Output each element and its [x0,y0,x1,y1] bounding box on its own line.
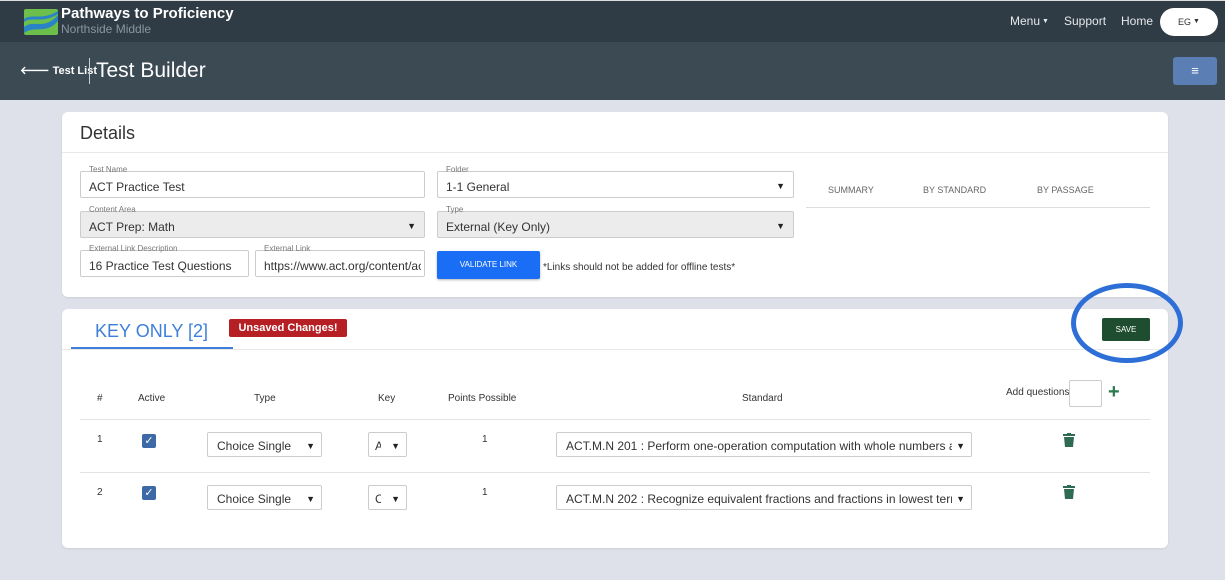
trash-icon[interactable] [1063,433,1075,447]
caret-down-icon: ▼ [306,494,315,504]
menu-dropdown[interactable]: Menu ▼ [1010,14,1049,28]
details-divider [62,152,1168,153]
arrow-left-icon: 🡐 [20,65,50,77]
column-header-type: Type [254,393,276,404]
folder-label: Folder [446,165,469,174]
menu-label: Menu [1010,14,1041,28]
content-area-select[interactable]: Content Area ACT Prep: Math ▼ [80,205,425,238]
type-dropdown[interactable]: Choice Single ▼ [207,485,322,510]
external-link-value: https://www.act.org/content/act/en/produ… [264,259,421,273]
key-divider [62,349,1168,350]
caret-down-icon: ▼ [956,441,965,451]
key-only-card: KEY ONLY [2] Unsaved Changes! SAVE # Act… [62,309,1168,548]
row-number: 2 [97,487,103,498]
school-name: Northside Middle [61,22,152,36]
caret-down-icon: ▼ [956,494,965,504]
support-link[interactable]: Support [1064,14,1106,28]
offline-tests-note: *Links should not be added for offline t… [543,262,736,273]
tab-by-standard[interactable]: BY STANDARD [923,185,986,195]
external-link-label: External Link [264,244,311,253]
tab-key-only[interactable]: KEY ONLY [2] [95,321,208,342]
type-value: External (Key Only) [446,220,551,234]
row-divider [80,472,1150,473]
checkmark-icon: ✓ [144,487,154,499]
hamburger-icon: ≡ [1191,63,1199,78]
top-navbar: Pathways to Proficiency Northside Middle… [0,0,1225,42]
caret-down-icon: ▼ [776,181,785,191]
test-name-label: Test Name [89,165,128,174]
caret-down-icon: ▼ [407,221,416,231]
folder-value: 1-1 General [446,180,510,194]
type-dropdown[interactable]: Choice Single ▼ [207,432,322,457]
tab-by-passage[interactable]: BY PASSAGE [1037,185,1094,195]
checkmark-icon: ✓ [144,435,154,447]
external-link-description-label: External Link Description [89,244,178,253]
external-link-description-value: 16 Practice Test Questions [89,259,232,273]
type-value: Choice Single [217,439,292,453]
external-link-description-field[interactable]: External Link Description 16 Practice Te… [80,244,249,277]
caret-down-icon: ▼ [1042,18,1049,25]
standard-dropdown[interactable]: ACT.M.N 202 : Recognize equivalent fract… [556,485,972,510]
app-title: Pathways to Proficiency [61,5,234,22]
key-dropdown[interactable]: A ▼ [368,432,407,457]
user-initials: EG [1178,17,1192,27]
points-possible-value: 1 [482,434,488,445]
caret-down-icon: ▼ [776,221,785,231]
back-to-test-list-link[interactable]: 🡐 Test List [20,63,97,77]
active-checkbox[interactable]: ✓ [142,434,156,448]
save-highlight-ring [1071,283,1183,363]
caret-down-icon: ▼ [1193,18,1200,25]
caret-down-icon: ▼ [306,441,315,451]
page-title: Test Builder [96,59,206,82]
points-possible-value: 1 [482,487,488,498]
details-card: Details Test Name ACT Practice Test Fold… [62,112,1168,297]
column-header-key: Key [378,393,396,404]
column-header-number: # [97,393,103,404]
key-dropdown[interactable]: C ▼ [368,485,407,510]
caret-down-icon: ▼ [391,494,400,504]
active-checkbox[interactable]: ✓ [142,486,156,500]
column-header-active: Active [138,393,166,404]
test-name-value: ACT Practice Test [89,180,185,194]
type-value: Choice Single [217,492,292,506]
tab-summary[interactable]: SUMMARY [828,185,874,195]
tabs-divider [806,207,1150,208]
key-value: C [375,492,381,506]
column-header-points-possible: Points Possible [448,393,517,404]
standard-value: ACT.M.N 201 : Perform one-operation comp… [566,439,952,453]
add-questions-label: Add questions [1006,387,1070,398]
user-menu-button[interactable]: EG ▼ [1160,8,1218,36]
add-questions-count-input[interactable] [1069,380,1102,407]
content-area-label: Content Area [89,205,136,214]
test-name-field[interactable]: Test Name ACT Practice Test [80,165,425,198]
unsaved-changes-badge: Unsaved Changes! [229,319,347,337]
column-header-standard: Standard [742,393,783,404]
content-area-value: ACT Prep: Math [89,220,175,234]
type-label: Type [446,205,464,214]
plus-icon[interactable]: + [1108,380,1120,404]
page-header: 🡐 Test List Test Builder ≡ [0,42,1225,100]
road-logo-icon[interactable] [24,9,58,35]
details-title: Details [80,123,136,143]
caret-down-icon: ▼ [391,441,400,451]
external-link-field[interactable]: External Link https://www.act.org/conten… [255,244,425,277]
table-header-divider [80,419,1150,420]
type-select[interactable]: Type External (Key Only) ▼ [437,205,794,238]
hamburger-menu-button[interactable]: ≡ [1173,57,1217,85]
folder-select[interactable]: Folder 1-1 General ▼ [437,165,794,198]
row-number: 1 [97,434,103,445]
home-link[interactable]: Home [1121,14,1153,28]
validate-link-button[interactable]: VALIDATE LINK [437,251,540,279]
trash-icon[interactable] [1063,485,1075,499]
key-value: A [375,439,381,453]
header-divider [89,58,90,84]
standard-value: ACT.M.N 202 : Recognize equivalent fract… [566,492,952,506]
back-label: Test List [52,65,97,77]
standard-dropdown[interactable]: ACT.M.N 201 : Perform one-operation comp… [556,432,972,457]
